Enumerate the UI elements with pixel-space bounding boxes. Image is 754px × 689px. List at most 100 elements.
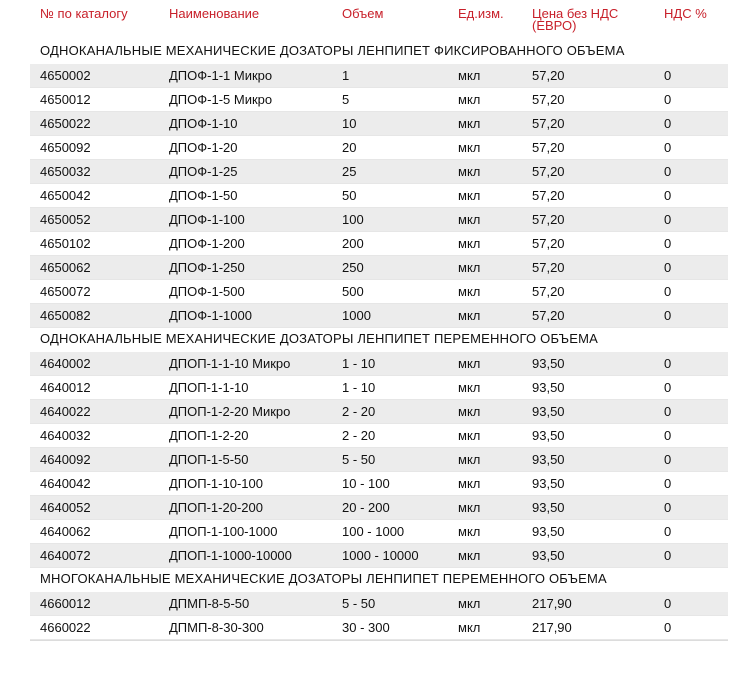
table-row: 4640042 ДПОП-1-10-100 10 - 100 мкл 93,50 0 <box>30 472 728 496</box>
cell-price: 57,20 <box>532 164 565 179</box>
cell-unit: мкл <box>458 500 481 515</box>
cell-price: 57,20 <box>532 260 565 275</box>
cell-name: ДПОФ-1-1 Микро <box>169 68 273 83</box>
cell-vat: 0 <box>664 188 672 203</box>
section-title: ОДНОКАНАЛЬНЫЕ МЕХАНИЧЕСКИЕ ДОЗАТОРЫ ЛЕНП… <box>40 331 599 346</box>
section-title: ОДНОКАНАЛЬНЫЕ МЕХАНИЧЕСКИЕ ДОЗАТОРЫ ЛЕНП… <box>40 43 625 58</box>
cell-price: 57,20 <box>532 284 565 299</box>
cell-price: 57,20 <box>532 236 565 251</box>
cell-name: ДПОП-1-100-1000 <box>169 524 278 539</box>
cell-name: ДПОФ-1-5 Микро <box>169 92 273 107</box>
cell-vat: 0 <box>664 284 672 299</box>
cell-name: ДПОФ-1-500 <box>169 284 245 299</box>
cell-price: 57,20 <box>532 212 565 227</box>
cell-volume: 30 - 300 <box>342 620 390 635</box>
cell-price: 93,50 <box>532 548 565 563</box>
section-heading: ОДНОКАНАЛЬНЫЕ МЕХАНИЧЕСКИЕ ДОЗАТОРЫ ЛЕНП… <box>30 40 728 64</box>
cell-vat: 0 <box>664 356 672 371</box>
cell-name: ДПОП-1-2-20 Микро <box>169 404 291 419</box>
table-row: 4640012 ДПОП-1-1-10 1 - 10 мкл 93,50 0 <box>30 376 728 400</box>
cell-price: 57,20 <box>532 308 565 323</box>
cell-name: ДПОП-1-1-10 <box>169 380 249 395</box>
cell-catalog: 4650092 <box>40 140 91 155</box>
cell-volume: 10 <box>342 116 357 131</box>
cell-unit: мкл <box>458 68 481 83</box>
cell-unit: мкл <box>458 188 481 203</box>
cell-catalog: 4640002 <box>40 356 91 371</box>
cell-catalog: 4650012 <box>40 92 91 107</box>
cell-catalog: 4640092 <box>40 452 91 467</box>
cell-volume: 200 <box>342 236 364 251</box>
cell-catalog: 4650102 <box>40 236 91 251</box>
cell-name: ДПОФ-1-50 <box>169 188 238 203</box>
cell-price: 93,50 <box>532 356 565 371</box>
cell-price: 93,50 <box>532 476 565 491</box>
cell-catalog: 4640072 <box>40 548 91 563</box>
cell-vat: 0 <box>664 236 672 251</box>
cell-name: ДПОП-1-20-200 <box>169 500 263 515</box>
cell-vat: 0 <box>664 404 672 419</box>
cell-price: 57,20 <box>532 140 565 155</box>
cell-unit: мкл <box>458 212 481 227</box>
cell-volume: 1000 - 10000 <box>342 548 419 563</box>
cell-unit: мкл <box>458 476 481 491</box>
cell-name: ДПОФ-1-100 <box>169 212 245 227</box>
cell-unit: мкл <box>458 308 481 323</box>
cell-price: 57,20 <box>532 116 565 131</box>
cell-name: ДПОФ-1-25 <box>169 164 238 179</box>
header-price: Цена без НДС (ЕВРО) <box>532 6 619 33</box>
cell-price: 93,50 <box>532 524 565 539</box>
cell-unit: мкл <box>458 452 481 467</box>
cell-vat: 0 <box>664 260 672 275</box>
table-header: № по каталогу Наименование Объем Ед.изм.… <box>30 0 728 40</box>
header-name: Наименование <box>169 6 260 21</box>
cell-catalog: 4640052 <box>40 500 91 515</box>
cell-catalog: 4660022 <box>40 620 91 635</box>
cell-volume: 100 - 1000 <box>342 524 405 539</box>
cell-unit: мкл <box>458 524 481 539</box>
cell-price: 217,90 <box>532 596 572 611</box>
cell-catalog: 4650032 <box>40 164 91 179</box>
cell-unit: мкл <box>458 284 481 299</box>
table-row: 4650022 ДПОФ-1-10 10 мкл 57,20 0 <box>30 112 728 136</box>
table-body: ОДНОКАНАЛЬНЫЕ МЕХАНИЧЕСКИЕ ДОЗАТОРЫ ЛЕНП… <box>30 40 728 640</box>
cell-volume: 1 <box>342 68 350 83</box>
cell-name: ДПОП-1-1000-10000 <box>169 548 292 563</box>
table-row: 4640062 ДПОП-1-100-1000 100 - 1000 мкл 93,50… <box>30 520 728 544</box>
cell-price: 93,50 <box>532 404 565 419</box>
cell-name: ДПОФ-1-20 <box>169 140 238 155</box>
table-row: 4650072 ДПОФ-1-500 500 мкл 57,20 0 <box>30 280 728 304</box>
cell-volume: 1 - 10 <box>342 380 376 395</box>
table-row: 4650092 ДПОФ-1-20 20 мкл 57,20 0 <box>30 136 728 160</box>
cell-catalog: 4640022 <box>40 404 91 419</box>
table-row: 4660022 ДПМП-8-30-300 30 - 300 мкл 217,90 0 <box>30 616 728 640</box>
table-row: 4650102 ДПОФ-1-200 200 мкл 57,20 0 <box>30 232 728 256</box>
cell-name: ДПМП-8-30-300 <box>169 620 264 635</box>
cell-volume: 25 <box>342 164 357 179</box>
cell-vat: 0 <box>664 212 672 227</box>
section-heading: МНОГОКАНАЛЬНЫЕ МЕХАНИЧЕСКИЕ ДОЗАТОРЫ ЛЕН… <box>30 568 728 592</box>
cell-name: ДПОП-1-1-10 Микро <box>169 356 291 371</box>
table-row: 4650082 ДПОФ-1-1000 1000 мкл 57,20 0 <box>30 304 728 328</box>
cell-volume: 250 <box>342 260 364 275</box>
cell-catalog: 4640042 <box>40 476 91 491</box>
header-volume: Объем <box>342 6 384 21</box>
cell-volume: 5 - 50 <box>342 452 376 467</box>
table-row: 4640092 ДПОП-1-5-50 5 - 50 мкл 93,50 0 <box>30 448 728 472</box>
cell-vat: 0 <box>664 164 672 179</box>
cell-vat: 0 <box>664 308 672 323</box>
cell-unit: мкл <box>458 428 481 443</box>
cell-vat: 0 <box>664 140 672 155</box>
cell-name: ДПОП-1-2-20 <box>169 428 249 443</box>
cell-vat: 0 <box>664 452 672 467</box>
section-heading: ОДНОКАНАЛЬНЫЕ МЕХАНИЧЕСКИЕ ДОЗАТОРЫ ЛЕНП… <box>30 328 728 352</box>
table-row: 4640002 ДПОП-1-1-10 Микро 1 - 10 мкл 93,50 0 <box>30 352 728 376</box>
cell-catalog: 4650002 <box>40 68 91 83</box>
cell-vat: 0 <box>664 500 672 515</box>
cell-catalog: 4660012 <box>40 596 91 611</box>
cell-name: ДПОП-1-10-100 <box>169 476 263 491</box>
table-row: 4660012 ДПМП-8-5-50 5 - 50 мкл 217,90 0 <box>30 592 728 616</box>
table-row: 4650042 ДПОФ-1-50 50 мкл 57,20 0 <box>30 184 728 208</box>
cell-unit: мкл <box>458 116 481 131</box>
cell-price: 57,20 <box>532 68 565 83</box>
